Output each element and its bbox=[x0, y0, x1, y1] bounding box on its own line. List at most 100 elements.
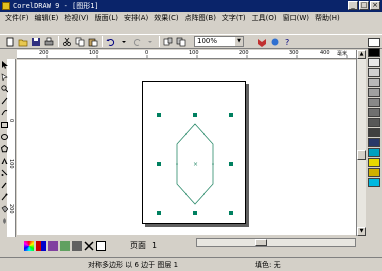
zoom-tool-icon[interactable] bbox=[0, 83, 8, 95]
undo-icon[interactable] bbox=[105, 36, 116, 47]
toolbar-separator bbox=[102, 36, 103, 47]
application-launcher-icon[interactable] bbox=[256, 36, 267, 47]
palette-swatch[interactable] bbox=[368, 138, 380, 147]
palette-swatch[interactable] bbox=[368, 178, 380, 187]
ruler-tick-label: 0 bbox=[145, 50, 149, 56]
ruler-tick-label: 400 bbox=[320, 50, 330, 56]
palette-icon[interactable] bbox=[36, 241, 46, 251]
menu-view[interactable]: 检视(V) bbox=[61, 13, 91, 23]
window-title: CorelDRAW 9 - [图形1] bbox=[13, 2, 99, 10]
undo-dropdown-icon[interactable] bbox=[118, 36, 129, 47]
polygon-tool-icon[interactable] bbox=[0, 143, 8, 155]
status-object-info: 对称多边形 以 6 边于 图层 1 bbox=[88, 261, 179, 269]
palette-swatch[interactable] bbox=[368, 78, 380, 87]
eyedropper-icon[interactable] bbox=[0, 179, 8, 191]
palette-swatch[interactable] bbox=[368, 148, 380, 157]
color-palette bbox=[368, 38, 380, 238]
selection-handle bbox=[193, 113, 197, 117]
postscript-fill-icon[interactable] bbox=[72, 241, 82, 251]
paste-icon[interactable] bbox=[87, 36, 98, 47]
palette-swatch[interactable] bbox=[368, 98, 380, 107]
ruler-tick-label: 100 bbox=[8, 159, 14, 169]
menu-text[interactable]: 文字(T) bbox=[219, 13, 249, 23]
selection-handle bbox=[157, 211, 161, 215]
menu-effects[interactable]: 效果(C) bbox=[151, 13, 181, 23]
scroll-down-icon[interactable]: ▼ bbox=[357, 227, 366, 236]
menu-help[interactable]: 帮助(H) bbox=[312, 13, 343, 23]
menu-window[interactable]: 窗口(W) bbox=[280, 13, 312, 23]
horizontal-scroll-thumb[interactable] bbox=[255, 239, 267, 246]
outline-tool-icon[interactable] bbox=[0, 191, 8, 203]
menu-edit[interactable]: 编辑(E) bbox=[32, 13, 62, 23]
vertical-scrollbar[interactable]: ▲ ▼ bbox=[356, 50, 366, 236]
whats-this-help-icon[interactable]: ? bbox=[282, 36, 293, 47]
selection-handle bbox=[229, 113, 233, 117]
minimize-button[interactable]: _ bbox=[348, 1, 358, 10]
standard-toolbar: 100% ▼ ? bbox=[0, 34, 382, 49]
chevron-down-icon[interactable]: ▼ bbox=[235, 37, 243, 46]
interactive-fill-icon[interactable] bbox=[0, 167, 8, 179]
close-button[interactable]: × bbox=[370, 1, 380, 10]
redo-icon[interactable] bbox=[131, 36, 142, 47]
page-tab[interactable]: 页面 1 bbox=[130, 240, 157, 250]
no-fill-icon[interactable] bbox=[84, 241, 94, 251]
rectangle-tool-icon[interactable] bbox=[0, 119, 8, 131]
palette-swatch[interactable] bbox=[368, 108, 380, 117]
menu-layout[interactable]: 版面(L) bbox=[92, 13, 121, 23]
print-icon[interactable] bbox=[43, 36, 54, 47]
palette-swatch[interactable] bbox=[368, 118, 380, 127]
new-file-icon[interactable] bbox=[4, 36, 15, 47]
texture-icon[interactable] bbox=[60, 241, 70, 251]
maximize-button[interactable]: □ bbox=[359, 1, 369, 10]
zoom-level-select[interactable]: 100% ▼ bbox=[194, 36, 244, 47]
corel-online-icon[interactable] bbox=[269, 36, 280, 47]
ruler-tick-label: 200 bbox=[239, 50, 249, 56]
open-folder-icon[interactable] bbox=[17, 36, 28, 47]
horizontal-ruler[interactable]: 200 100 0 100 200 300 400 毫米 bbox=[17, 50, 356, 59]
page-navigator-icon[interactable] bbox=[96, 241, 106, 251]
app-icon bbox=[2, 2, 10, 10]
ruler-tick-label: 300 bbox=[289, 50, 299, 56]
menu-arrange[interactable]: 安排(A) bbox=[121, 13, 151, 23]
palette-swatch[interactable] bbox=[368, 48, 380, 57]
menu-tools[interactable]: 工具(O) bbox=[249, 13, 280, 23]
palette-swatch[interactable] bbox=[368, 158, 380, 167]
palette-swatch[interactable] bbox=[368, 128, 380, 137]
drawing-canvas[interactable]: × bbox=[17, 60, 356, 235]
save-icon[interactable] bbox=[30, 36, 41, 47]
interactive-transparency-icon[interactable] bbox=[0, 215, 8, 227]
palette-swatch[interactable] bbox=[368, 88, 380, 97]
color-wheel-icon[interactable] bbox=[24, 241, 34, 251]
page-label: 页面 bbox=[130, 240, 146, 250]
palette-swatch[interactable] bbox=[368, 58, 380, 67]
ellipse-tool-icon[interactable] bbox=[0, 131, 8, 143]
ruler-tick-label: 100 bbox=[89, 50, 99, 56]
redo-dropdown-icon[interactable] bbox=[144, 36, 155, 47]
ruler-unit-label: 毫米 bbox=[337, 51, 348, 57]
pick-tool-icon[interactable] bbox=[0, 59, 8, 71]
menu-file[interactable]: 文件(F) bbox=[2, 13, 32, 23]
horizontal-scrollbar[interactable] bbox=[196, 238, 356, 247]
center-marker-icon: × bbox=[193, 161, 198, 168]
menu-bitmaps[interactable]: 点阵图(B) bbox=[182, 13, 219, 23]
selection-handle bbox=[157, 162, 161, 166]
copy-icon[interactable] bbox=[74, 36, 85, 47]
document-page[interactable]: × bbox=[142, 81, 246, 224]
text-tool-icon[interactable] bbox=[0, 155, 8, 167]
fill-tool-icon[interactable] bbox=[0, 203, 8, 215]
cut-icon[interactable] bbox=[61, 36, 72, 47]
shape-tool-icon[interactable] bbox=[0, 71, 8, 83]
palette-swatch[interactable] bbox=[368, 68, 380, 77]
import-icon[interactable] bbox=[162, 36, 173, 47]
vertical-ruler[interactable]: 0 100 200 bbox=[7, 59, 16, 237]
freehand-tool-icon[interactable] bbox=[0, 95, 8, 107]
artistic-media-icon[interactable] bbox=[0, 107, 8, 119]
toolbar-separator bbox=[58, 36, 59, 47]
scroll-up-icon[interactable]: ▲ bbox=[357, 50, 366, 59]
vertical-scroll-thumb[interactable] bbox=[357, 150, 366, 160]
palette-swatch[interactable] bbox=[368, 38, 380, 47]
fill-pattern-icon[interactable] bbox=[48, 241, 58, 251]
export-icon[interactable] bbox=[175, 36, 186, 47]
palette-swatch[interactable] bbox=[368, 168, 380, 177]
ruler-tick-label: 0 bbox=[8, 119, 14, 123]
